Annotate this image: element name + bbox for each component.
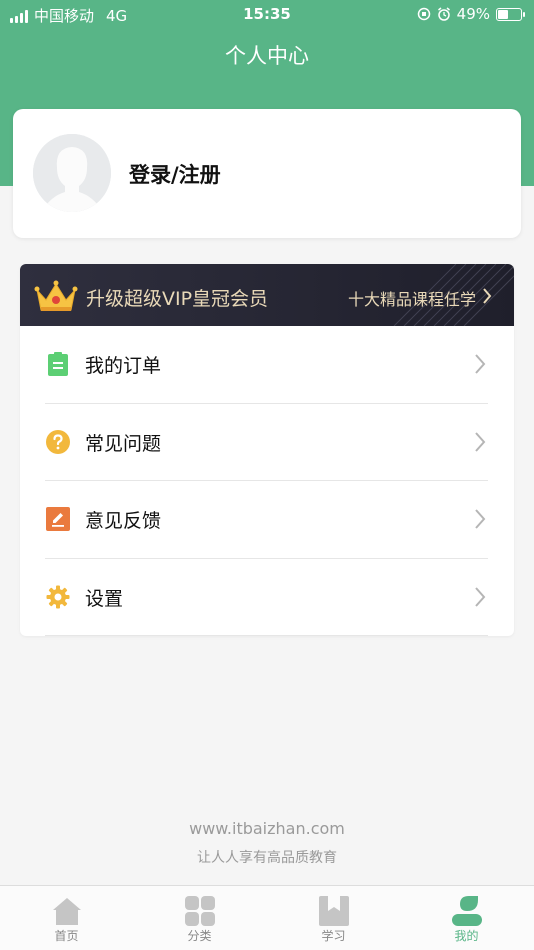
chevron-right-icon (483, 288, 492, 304)
tab-label: 分类 (187, 929, 212, 943)
menu-label: 意见反馈 (85, 510, 162, 532)
tab-study[interactable]: 学习 (267, 886, 400, 950)
menu-item-feedback[interactable]: 意见反馈 (20, 481, 514, 558)
crown-icon (34, 280, 78, 311)
battery-fill (498, 9, 509, 19)
battery-icon (496, 7, 525, 21)
menu-item-settings[interactable]: 设置 (20, 559, 514, 636)
home-icon (52, 898, 81, 925)
vip-subtitle: 十大精品课程任学 (347, 290, 476, 309)
status-bar: 中国移动 4G 15:35 49% (0, 0, 534, 28)
clipboard-icon (48, 352, 68, 376)
menu-label: 常见问题 (85, 433, 162, 455)
menu-item-orders[interactable]: 我的订单 (20, 326, 514, 403)
default-avatar-icon[interactable] (33, 134, 111, 212)
menu-label: 我的订单 (85, 355, 162, 377)
alarm-icon (437, 7, 450, 21)
tab-label: 我的 (454, 929, 479, 943)
question-icon (46, 430, 70, 454)
divider (45, 635, 488, 636)
menu-item-faq[interactable]: 常见问题 (20, 404, 514, 481)
bookmark-icon (318, 896, 349, 926)
chevron-right-icon (475, 432, 486, 452)
grid-icon (184, 896, 215, 926)
vip-banner[interactable]: 升级超级VIP皇冠会员 十大精品课程任学 (20, 264, 514, 326)
tab-category[interactable]: 分类 (133, 886, 266, 950)
edit-icon (46, 507, 70, 531)
tab-label: 学习 (321, 929, 346, 943)
tab-home[interactable]: 首页 (0, 886, 133, 950)
tab-label: 首页 (54, 929, 79, 943)
profile-icon (451, 896, 482, 926)
status-right: 49% (417, 5, 525, 23)
chevron-right-icon (475, 587, 486, 607)
chevron-right-icon (475, 354, 486, 374)
tab-bar: 首页 分类 学习 我的 (0, 885, 534, 950)
menu-card: 升级超级VIP皇冠会员 十大精品课程任学 我的订单 常见问题 意见反馈 设置 (20, 264, 514, 636)
page-title: 个人中心 (225, 44, 309, 68)
battery-percent: 49% (456, 5, 490, 23)
footer-slogan: 让人人享有高品质教育 (197, 850, 337, 866)
gear-icon (46, 585, 70, 609)
footer-url: www.itbaizhan.com (189, 819, 345, 838)
menu-label: 设置 (85, 588, 124, 610)
orientation-lock-icon (417, 7, 430, 21)
tab-mine[interactable]: 我的 (400, 886, 533, 950)
chevron-right-icon (475, 509, 486, 529)
profile-card[interactable]: 登录/注册 (13, 109, 521, 238)
vip-title: 升级超级VIP皇冠会员 (86, 288, 269, 310)
login-register-link[interactable]: 登录/注册 (129, 159, 221, 189)
